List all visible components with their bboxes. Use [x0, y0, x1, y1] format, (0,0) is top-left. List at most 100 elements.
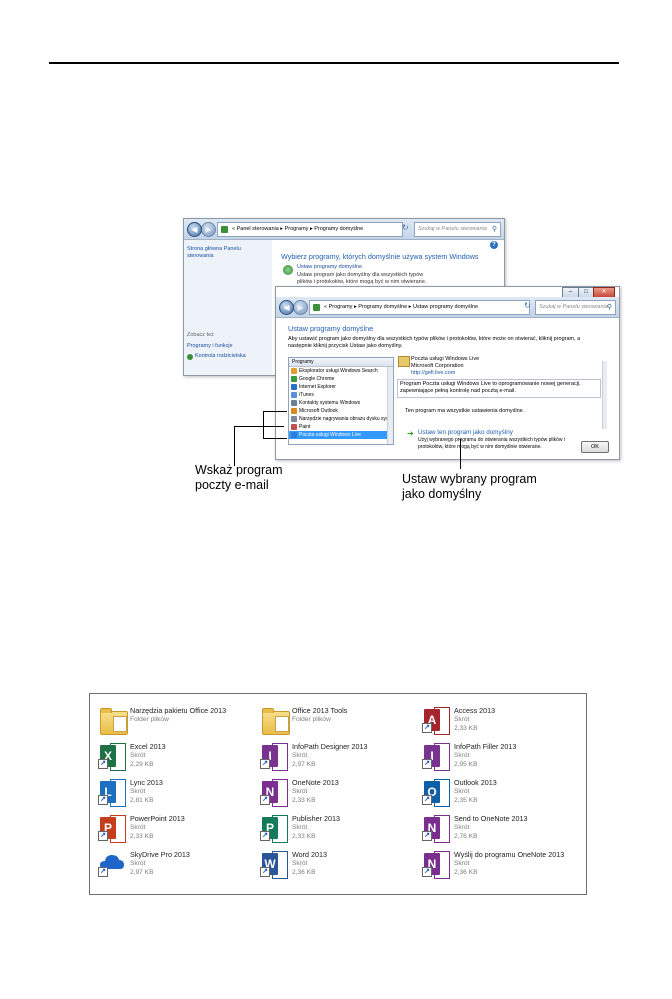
file-item[interactable]: P ↗ PowerPoint 2013 Skrót 2,33 KB	[96, 810, 258, 846]
skydrive-icon: ↗	[98, 849, 124, 877]
list-scrollbar[interactable]	[387, 367, 393, 444]
address-bar: ◀ ▶ « Panel sterowania ▸ Programy ▸ Prog…	[184, 219, 504, 240]
sidebar-item-programs[interactable]: Programy i funkcje	[187, 343, 233, 350]
program-icon	[291, 408, 297, 414]
intro-text: Aby ustawić program jako domyślny dla ws…	[288, 336, 581, 349]
callout-line	[263, 438, 287, 439]
shortcut-arrow-icon: ↗	[260, 759, 270, 769]
callout-set-default: Ustaw wybrany program jako domyślny	[402, 472, 537, 501]
shortcut-arrow-icon: ↗	[422, 867, 432, 877]
sidebar-item-parental[interactable]: Kontrola rodzicielska	[187, 353, 246, 360]
shortcut-arrow-icon: ↗	[98, 831, 108, 841]
search-icon[interactable]: ⚲	[607, 301, 612, 314]
program-list-item[interactable]: Eksplorator usługi Windows Search	[289, 367, 393, 375]
shield-icon	[187, 354, 193, 360]
file-size: 2,97 KB	[130, 869, 154, 876]
app-url-link[interactable]: http://gefi.live.com	[411, 370, 455, 377]
file-item[interactable]: P ↗ Publisher 2013 Skrót 2,33 KB	[258, 810, 420, 846]
program-list-item[interactable]: Internet Explorer	[289, 383, 393, 391]
file-type: Skrót	[292, 860, 308, 867]
sidebar: Strona główna Panelu sterowania Zobacz t…	[184, 240, 272, 375]
folder-icon	[98, 705, 128, 735]
shortcut-arrow-icon: ↗	[260, 831, 270, 841]
file-name: Narzędzia pakietu Office 2013	[130, 706, 227, 715]
program-list-item[interactable]: Google Chrome	[289, 375, 393, 383]
file-type: Skrót	[454, 788, 470, 795]
file-item[interactable]: X ↗ Excel 2013 Skrót 2,29 KB	[96, 738, 258, 774]
shortcut-arrow-icon: ↗	[422, 831, 432, 841]
file-type: Folder plików	[130, 716, 169, 723]
back-button[interactable]: ◀	[279, 300, 294, 315]
file-item[interactable]: I ↗ InfoPath Filler 2013 Skrót 2,95 KB	[420, 738, 582, 774]
file-type: Skrót	[292, 752, 308, 759]
program-list-item[interactable]: Kontakty systemu Windows	[289, 399, 393, 407]
breadcrumb[interactable]: « Panel sterowania ▸ Programy ▸ Programy…	[217, 222, 403, 237]
file-item[interactable]: L ↗ Lync 2013 Skrót 2,81 KB	[96, 774, 258, 810]
program-list-item[interactable]: iTunes	[289, 391, 393, 399]
program-icon	[291, 368, 297, 374]
file-item[interactable]: ↗ SkyDrive Pro 2013 Skrót 2,97 KB	[96, 846, 258, 882]
file-item[interactable]: Office 2013 Tools Folder plików	[258, 702, 420, 738]
forward-button[interactable]: ▶	[293, 300, 308, 315]
infopath-designer-icon: I ↗	[260, 741, 288, 771]
file-item[interactable]: O ↗ Outlook 2013 Skrót 2,35 KB	[420, 774, 582, 810]
file-type: Folder plików	[292, 716, 331, 723]
powerpoint-icon: P ↗	[98, 813, 126, 843]
word-icon: W ↗	[260, 849, 288, 879]
program-icon	[291, 416, 297, 422]
programs-list[interactable]: Programy Eksplorator usługi Windows Sear…	[288, 357, 394, 445]
shortcut-arrow-icon: ↗	[98, 867, 108, 877]
file-item[interactable]: I ↗ InfoPath Designer 2013 Skrót 2,97 KB	[258, 738, 420, 774]
file-type: Skrót	[454, 716, 470, 723]
refresh-icon[interactable]: ↻	[524, 301, 531, 310]
breadcrumb[interactable]: « Programy ▸ Programy domyślne ▸ Ustaw p…	[309, 300, 530, 315]
program-list-item[interactable]: Microsoft Outlook	[289, 407, 393, 415]
app-name: Poczta usługi Windows Live	[411, 356, 480, 362]
program-list-item[interactable]: Poczta usługi Windows Live	[289, 431, 393, 439]
file-item[interactable]: W ↗ Word 2013 Skrót 2,36 KB	[258, 846, 420, 882]
figure-office-tools: Narzędzia pakietu Office 2013 Folder plik…	[89, 693, 587, 895]
back-button[interactable]: ◀	[187, 222, 202, 237]
forward-button[interactable]: ▶	[201, 222, 216, 237]
file-name: Send to OneNote 2013	[454, 814, 528, 823]
program-list-item[interactable]: Paint	[289, 423, 393, 431]
mail-app-icon	[398, 356, 410, 367]
sidebar-item-home[interactable]: Strona główna Panelu sterowania	[187, 246, 257, 260]
file-size: 2,33 KB	[292, 797, 316, 804]
app-vendor: Microsoft Corporation	[411, 363, 464, 369]
set-defaults-link[interactable]: Ustaw programy domyślne	[297, 264, 362, 271]
file-item[interactable]: Narzędzia pakietu Office 2013 Folder plik…	[96, 702, 258, 738]
file-size: 2,36 KB	[454, 869, 478, 876]
callout-line	[234, 426, 284, 427]
arrow-icon: ➜	[407, 429, 414, 438]
file-name: Access 2013	[454, 706, 496, 715]
program-list-item[interactable]: Narzędzie nagrywania obrazu dysku syst	[289, 415, 393, 423]
ok-button[interactable]: OK	[581, 441, 609, 453]
detail-scrollbar[interactable]	[602, 361, 607, 429]
file-name: Office 2013 Tools	[292, 706, 348, 715]
file-item[interactable]: A ↗ Access 2013 Skrót 2,33 KB	[420, 702, 582, 738]
file-item[interactable]: N ↗ Send to OneNote 2013 Skrót 2,76 KB	[420, 810, 582, 846]
file-item[interactable]: N ↗ OneNote 2013 Skrót 2,33 KB	[258, 774, 420, 810]
file-size: 2,95 KB	[454, 761, 478, 768]
search-input[interactable]: Szukaj w Panelu sterowania ⚲	[414, 222, 501, 237]
search-input[interactable]: Szukaj w Panelu sterowania ⚲	[535, 300, 616, 315]
set-default-action[interactable]: Ustaw ten program jako domyślny	[418, 429, 513, 436]
lync-icon: L ↗	[98, 777, 126, 807]
file-type: Skrót	[454, 860, 470, 867]
program-icon	[291, 376, 297, 382]
folder-icon	[260, 705, 290, 735]
file-type: Skrót	[130, 860, 146, 867]
file-type: Skrót	[130, 788, 146, 795]
help-icon[interactable]: ?	[490, 241, 498, 249]
file-size: 2,36 KB	[292, 869, 316, 876]
refresh-icon[interactable]: ↻	[402, 223, 409, 232]
file-type: Skrót	[292, 824, 308, 831]
control-panel-icon	[313, 304, 320, 311]
control-panel-icon	[221, 226, 228, 233]
shortcut-arrow-icon: ↗	[422, 795, 432, 805]
search-icon[interactable]: ⚲	[492, 223, 497, 236]
infopath-filler-icon: I ↗	[422, 741, 450, 771]
shortcut-arrow-icon: ↗	[260, 867, 270, 877]
file-item[interactable]: N ↗ Wyślij do programu OneNote 2013 Skrót 2,…	[420, 846, 582, 882]
